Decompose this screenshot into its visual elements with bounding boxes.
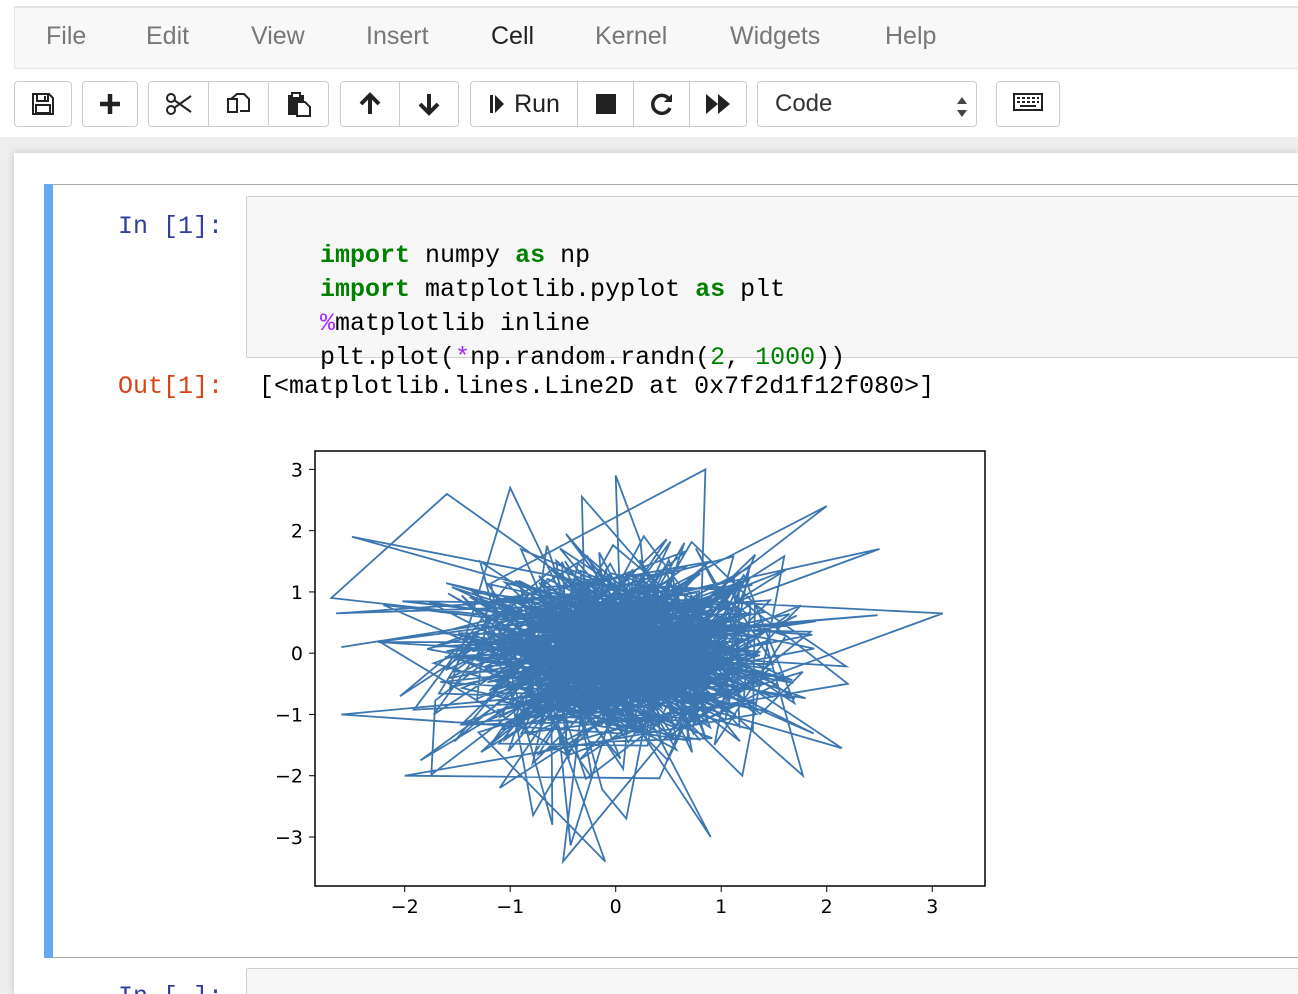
x-tick-label: −2	[391, 896, 419, 918]
command-palette-button[interactable]	[996, 81, 1060, 127]
menu-help[interactable]: Help	[885, 22, 936, 51]
plus-icon	[98, 92, 122, 116]
move-up-button[interactable]	[340, 81, 400, 127]
save-button[interactable]	[14, 81, 72, 127]
x-axis-ticks: −2 −1 0 1 2 3	[391, 886, 938, 918]
paste-icon	[286, 91, 312, 117]
insert-cell-button[interactable]	[82, 81, 138, 127]
line-series-path	[329, 467, 944, 865]
y-tick-label: 2	[291, 521, 303, 543]
arrow-up-icon	[358, 92, 382, 116]
y-tick-label: −1	[275, 704, 303, 726]
arrow-down-icon	[417, 92, 441, 116]
cell-type-value: Code	[775, 90, 833, 117]
menu-file[interactable]: File	[46, 22, 86, 51]
cell-type-select[interactable]: Code	[757, 81, 977, 127]
restart-icon	[650, 92, 674, 116]
x-tick-label: 0	[610, 896, 622, 918]
y-tick-label: 1	[291, 582, 303, 604]
select-arrows-icon	[956, 91, 968, 135]
keyboard-icon	[1013, 92, 1043, 116]
menu-insert[interactable]: Insert	[366, 22, 429, 51]
y-tick-label: −2	[275, 766, 303, 788]
y-tick-label: 0	[291, 643, 303, 665]
move-group	[340, 81, 459, 127]
code-input-area-2[interactable]	[246, 968, 1298, 994]
x-tick-label: −1	[496, 896, 524, 918]
save-icon	[31, 92, 55, 116]
save-group	[14, 81, 72, 127]
input-prompt: In [1]:	[118, 212, 224, 241]
insert-group	[82, 81, 138, 127]
step-run-icon	[488, 93, 506, 115]
menubar: File Edit View Insert Cell Kernel Widget…	[14, 6, 1298, 69]
copy-icon	[226, 91, 252, 117]
x-tick-label: 3	[926, 896, 938, 918]
restart-button[interactable]	[633, 81, 690, 127]
menu-edit[interactable]: Edit	[146, 22, 189, 51]
toolbar: Run	[0, 79, 1298, 131]
y-tick-label: 3	[291, 459, 303, 481]
input-prompt-2: In [ ]:	[118, 982, 223, 994]
interrupt-button[interactable]	[577, 81, 634, 127]
output-text: [<matplotlib.lines.Line2D at 0x7f2d1f12f…	[259, 372, 935, 401]
edit-group	[148, 81, 329, 127]
cut-button[interactable]	[148, 81, 209, 127]
plot-figure: −2 −1 0 1 2 3 3 2 1 0 −1 −2 −3	[275, 450, 986, 918]
fast-forward-icon	[705, 93, 731, 115]
code-input-area[interactable]: import numpy as np import matplotlib.pyp…	[246, 196, 1298, 372]
cell-selection-bar	[44, 184, 53, 958]
run-label: Run	[514, 89, 560, 118]
y-tick-label: −3	[275, 827, 303, 849]
move-down-button[interactable]	[399, 81, 459, 127]
menu-widgets[interactable]: Widgets	[730, 22, 820, 51]
y-axis-ticks: 3 2 1 0 −1 −2 −3	[275, 459, 315, 849]
run-button[interactable]: Run	[470, 81, 578, 127]
plot-line-series	[329, 467, 944, 865]
x-tick-label: 1	[715, 896, 727, 918]
run-group: Run	[470, 81, 747, 127]
run-all-button[interactable]	[689, 81, 747, 127]
paste-button[interactable]	[268, 81, 329, 127]
cut-icon	[165, 92, 193, 116]
x-tick-label: 2	[821, 896, 833, 918]
menu-view[interactable]: View	[251, 22, 305, 51]
output-prompt: Out[1]:	[118, 372, 224, 401]
copy-button[interactable]	[208, 81, 269, 127]
menu-cell[interactable]: Cell	[491, 22, 534, 51]
stop-icon	[595, 93, 617, 115]
menu-kernel[interactable]: Kernel	[595, 22, 667, 51]
